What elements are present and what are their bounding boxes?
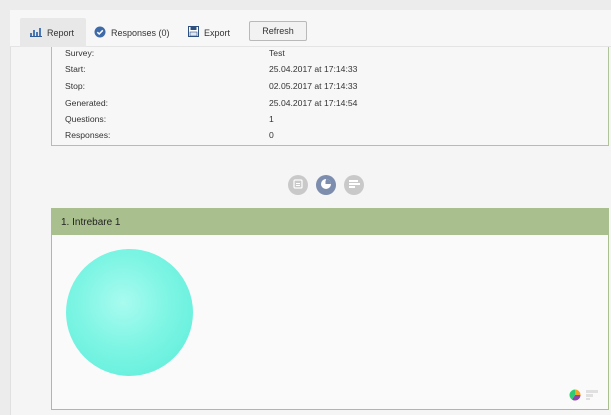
info-row-questions: Questions: 1 <box>65 114 565 128</box>
info-label: Questions: <box>65 114 107 124</box>
toolbar: Report Responses (0) Export Refresh <box>10 10 611 47</box>
info-value: 25.04.2017 at 17:14:54 <box>269 98 358 108</box>
view-switcher <box>288 175 364 195</box>
pie-chart <box>66 249 193 376</box>
info-label: Survey: <box>65 48 95 58</box>
check-circle-icon <box>94 26 106 40</box>
info-value: 02.05.2017 at 17:14:33 <box>269 81 358 91</box>
pie-view-icon <box>320 178 332 192</box>
info-value: 1 <box>269 114 274 124</box>
info-row-survey: Survey: Test <box>65 48 565 62</box>
info-row-start: Start: 25.04.2017 at 17:14:33 <box>65 64 565 78</box>
bar-chart-icon <box>30 27 42 39</box>
info-row-generated: Generated: 25.04.2017 at 17:14:54 <box>65 98 565 112</box>
pie-chart-icon[interactable] <box>569 389 581 403</box>
tab-responses[interactable]: Responses (0) <box>94 18 170 47</box>
pie-view-button[interactable] <box>316 175 336 195</box>
info-label: Stop: <box>65 81 86 91</box>
question-panel: 1. Intrebare 1 <box>51 208 609 410</box>
tab-export[interactable]: Export <box>188 18 230 47</box>
bar-view-button[interactable] <box>344 175 364 195</box>
save-icon <box>188 26 199 39</box>
info-row-responses: Responses: 0 <box>65 130 565 144</box>
bar-chart-icon[interactable] <box>586 390 598 402</box>
info-label: Start: <box>65 64 86 74</box>
info-value: 0 <box>269 130 274 140</box>
question-title: 1. Intrebare 1 <box>52 209 608 235</box>
tab-report-label: Report <box>47 27 75 38</box>
info-value: Test <box>269 48 285 58</box>
info-label: Responses: <box>65 130 111 140</box>
info-label: Generated: <box>65 98 108 108</box>
list-view-button[interactable] <box>288 175 308 195</box>
survey-info-panel: Survey: Test Start: 25.04.2017 at 17:14:… <box>51 47 609 146</box>
tab-report[interactable]: Report <box>20 18 86 47</box>
info-row-stop: Stop: 02.05.2017 at 17:14:33 <box>65 81 565 95</box>
info-value: 25.04.2017 at 17:14:33 <box>269 64 358 74</box>
list-view-icon <box>293 179 303 191</box>
bar-view-icon <box>348 179 360 191</box>
chart-type-toggle <box>569 389 598 403</box>
tab-export-label: Export <box>204 27 231 38</box>
tab-responses-label: Responses (0) <box>111 27 170 38</box>
refresh-button[interactable]: Refresh <box>249 21 307 41</box>
